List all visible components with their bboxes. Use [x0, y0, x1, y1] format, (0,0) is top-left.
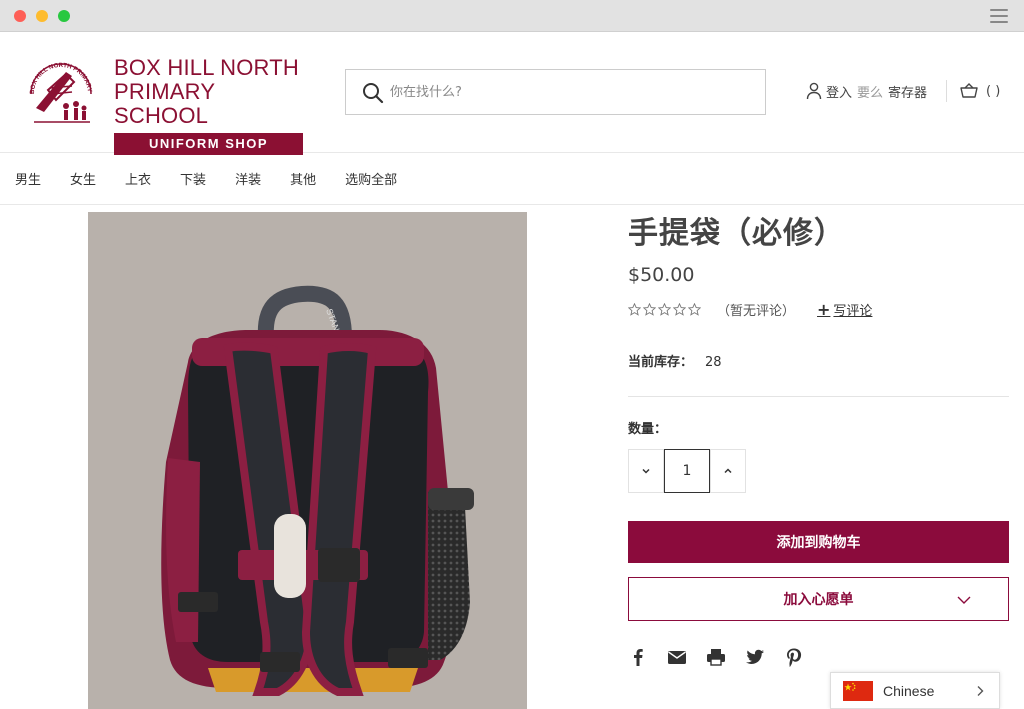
- minimize-window-button[interactable]: [36, 10, 48, 22]
- write-review-link[interactable]: + 写评论: [817, 300, 872, 319]
- user-icon: [806, 82, 822, 100]
- nav-item-other[interactable]: 其他: [290, 169, 316, 188]
- nav-item-shop-all[interactable]: 选购全部: [345, 169, 397, 188]
- language-selector[interactable]: Chinese: [830, 672, 1000, 709]
- site-header: BOX HILL NORTH PRIMARY SCHOOL BOX HILL N…: [0, 32, 1024, 155]
- increase-quantity-button[interactable]: [710, 449, 746, 493]
- nav-item-tops[interactable]: 上衣: [125, 169, 151, 188]
- email-icon[interactable]: [667, 647, 687, 667]
- close-window-button[interactable]: [14, 10, 26, 22]
- language-label: Chinese: [883, 682, 935, 699]
- stock-row: 当前库存： 28: [628, 351, 1009, 370]
- nav-item-boys[interactable]: 男生: [15, 169, 41, 188]
- stock-label: 当前库存：: [628, 355, 694, 370]
- category-nav: 男生 女生 上衣 下装 洋装 其他 选购全部: [0, 153, 1024, 205]
- search-icon[interactable]: [362, 82, 384, 104]
- register-link[interactable]: 寄存器: [888, 82, 927, 101]
- star-icon: [628, 303, 641, 316]
- logo-line-1: BOX HILL NORTH: [114, 55, 299, 80]
- star-icon: [658, 303, 671, 316]
- write-review-label: 写评论: [833, 304, 873, 319]
- quantity-label: 数量：: [628, 422, 668, 437]
- facebook-icon[interactable]: [628, 647, 648, 667]
- star-icon: [643, 303, 656, 316]
- rating-stars: [628, 303, 703, 316]
- chevron-right-icon: [977, 686, 984, 696]
- chevron-down-icon: [642, 468, 650, 474]
- details-divider: [628, 396, 1009, 397]
- search-input[interactable]: [390, 80, 750, 104]
- window-titlebar: [0, 0, 1024, 32]
- basket-icon: [960, 83, 978, 98]
- star-icon: [688, 303, 701, 316]
- login-link[interactable]: 登入: [826, 82, 852, 101]
- account-links: 登入 要么 寄存器: [806, 80, 927, 102]
- cart-link[interactable]: ( ): [960, 80, 1000, 102]
- wishlist-label: 加入心愿单: [783, 592, 854, 608]
- add-to-cart-button[interactable]: 添加到购物车: [628, 521, 1009, 563]
- star-icon: [673, 303, 686, 316]
- stock-value: 28: [705, 355, 722, 370]
- print-icon[interactable]: [706, 647, 726, 667]
- add-to-wishlist-button[interactable]: 加入心愿单: [628, 577, 1009, 621]
- cart-count: ( ): [986, 83, 1001, 99]
- quantity-stepper: [628, 449, 1009, 493]
- school-emblem-icon[interactable]: BOX HILL NORTH PRIMARY SCHOOL: [26, 56, 96, 130]
- no-reviews-text: （暂无评论）: [717, 304, 796, 319]
- decrease-quantity-button[interactable]: [628, 449, 664, 493]
- school-logo[interactable]: BOX HILL NORTH PRIMARY SCHOOL UNIFORM SH…: [114, 56, 304, 155]
- twitter-icon[interactable]: [745, 647, 765, 667]
- logo-banner: UNIFORM SHOP: [114, 133, 303, 155]
- social-share: [628, 647, 1009, 667]
- search-box[interactable]: [345, 69, 766, 115]
- china-flag-icon: [843, 680, 873, 701]
- menu-icon[interactable]: [990, 9, 1008, 23]
- product-details: 手提袋（必修） $50.00 （暂无评论） + 写评论 当前库存： 28 数量： …: [628, 212, 1009, 667]
- or-text: 要么: [857, 85, 884, 101]
- plus-icon: +: [817, 300, 831, 319]
- pinterest-icon[interactable]: [784, 647, 804, 667]
- nav-item-girls[interactable]: 女生: [70, 169, 96, 188]
- product-image[interactable]: STAN: [88, 212, 527, 709]
- nav-item-bottoms[interactable]: 下装: [180, 169, 206, 188]
- rating-row: （暂无评论） + 写评论: [628, 300, 1009, 319]
- chevron-up-icon: [724, 468, 732, 474]
- header-divider: [946, 80, 947, 102]
- nav-item-dresses[interactable]: 洋装: [235, 169, 261, 188]
- maximize-window-button[interactable]: [58, 10, 70, 22]
- product-title: 手提袋（必修）: [628, 216, 845, 251]
- backpack-illustration: STAN: [88, 212, 527, 709]
- quantity-input[interactable]: [664, 449, 710, 493]
- product-price: $50.00: [628, 264, 695, 286]
- logo-line-2: PRIMARY SCHOOL: [114, 79, 215, 128]
- chevron-down-icon: [957, 596, 971, 604]
